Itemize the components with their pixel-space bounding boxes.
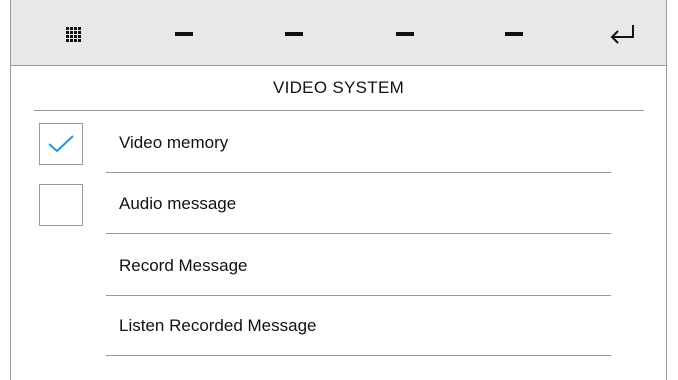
return-arrow-icon xyxy=(610,25,634,44)
video-memory-checkbox[interactable] xyxy=(39,123,83,165)
list-item-label: Record Message xyxy=(119,256,248,275)
screen: VIDEO SYSTEM Video memory Audio message … xyxy=(0,0,678,380)
list-item-label: Audio message xyxy=(119,194,237,213)
grid-icon xyxy=(65,26,81,42)
back-button[interactable] xyxy=(602,18,642,50)
toolbar-slot-4-button[interactable] xyxy=(494,18,534,50)
dash-icon xyxy=(285,32,303,36)
list-item-audio-message[interactable]: Audio message xyxy=(34,174,611,234)
list-item-listen-recorded-message[interactable]: Listen Recorded Message xyxy=(34,296,611,356)
menu-grid-button[interactable] xyxy=(53,18,93,50)
top-toolbar xyxy=(10,0,667,66)
checkmark-icon xyxy=(48,135,74,153)
list-item-label: Video memory xyxy=(119,133,229,152)
list-item-record-message[interactable]: Record Message xyxy=(34,236,611,296)
dash-icon xyxy=(505,32,523,36)
toolbar-slot-3-button[interactable] xyxy=(385,18,425,50)
row-divider xyxy=(106,233,611,234)
list-item-label: Listen Recorded Message xyxy=(119,316,317,335)
list-item-video-memory[interactable]: Video memory xyxy=(34,113,611,173)
page-title: VIDEO SYSTEM xyxy=(272,78,405,97)
frame-left-border xyxy=(10,0,11,380)
dash-icon xyxy=(175,32,193,36)
dash-icon xyxy=(396,32,414,36)
row-divider xyxy=(106,355,611,356)
toolbar-slot-1-button[interactable] xyxy=(164,18,204,50)
row-divider xyxy=(106,172,611,173)
audio-message-checkbox[interactable] xyxy=(39,184,83,226)
frame-right-border xyxy=(666,0,667,380)
toolbar-slot-2-button[interactable] xyxy=(274,18,314,50)
title-divider xyxy=(34,110,644,111)
